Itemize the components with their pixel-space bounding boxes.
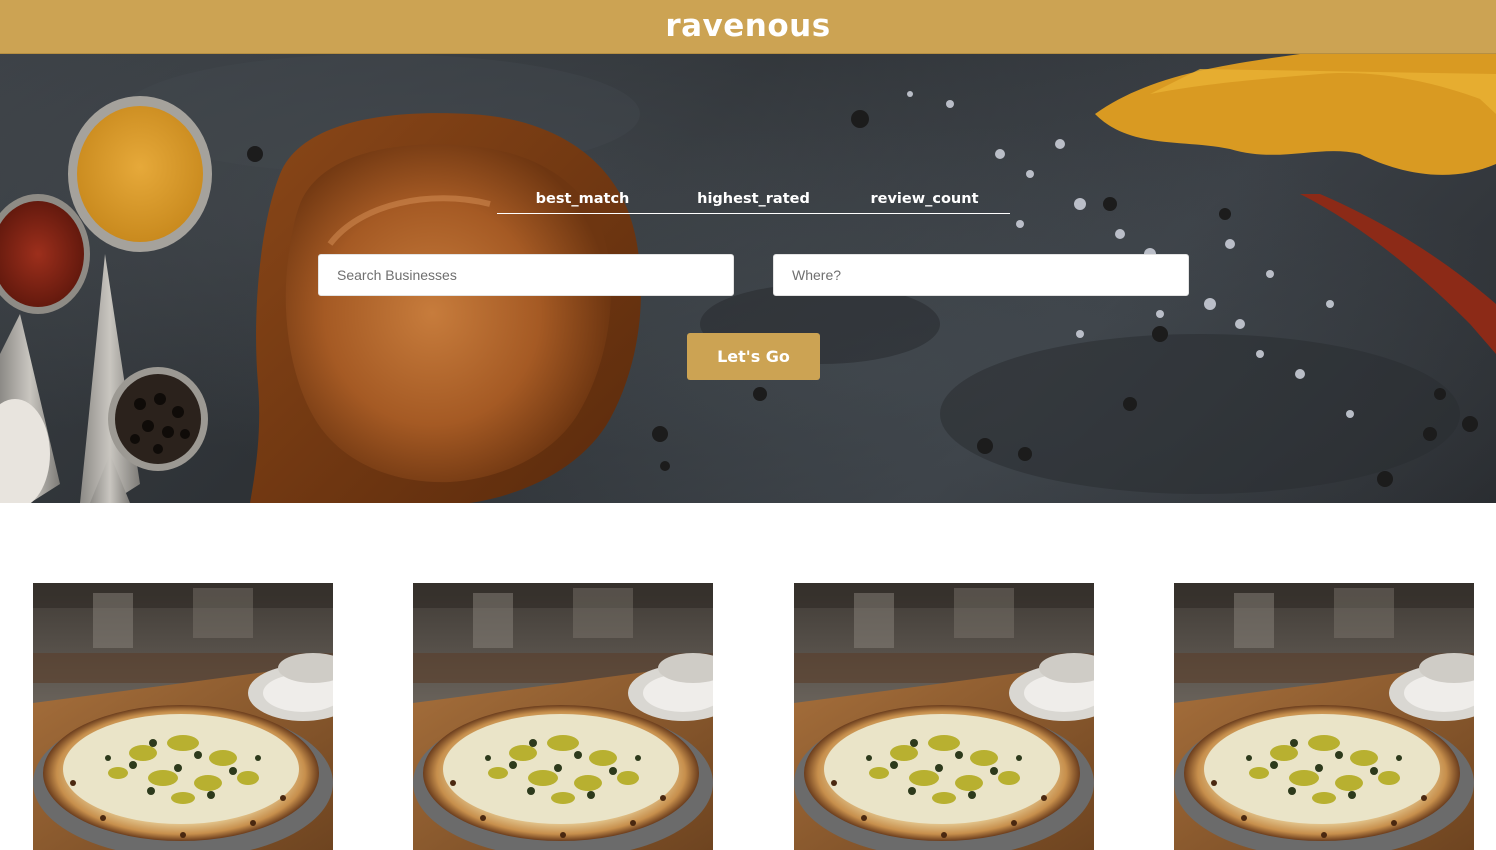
sort-option-review-count[interactable]: review_count xyxy=(839,187,1010,213)
pizza-image xyxy=(1174,583,1474,850)
business-card[interactable] xyxy=(33,583,333,850)
sort-option-highest-rated[interactable]: highest_rated xyxy=(668,187,839,213)
pizza-image xyxy=(413,583,713,850)
business-card[interactable] xyxy=(413,583,713,850)
business-card[interactable] xyxy=(1174,583,1474,850)
lets-go-button[interactable]: Let's Go xyxy=(687,333,820,380)
location-input[interactable] xyxy=(773,254,1189,296)
app-logo: ravenous xyxy=(665,7,831,44)
search-businesses-input[interactable] xyxy=(318,254,734,296)
sort-options: best_match highest_rated review_count xyxy=(497,187,1010,214)
nav-bar: ravenous xyxy=(0,0,1496,54)
search-bar: best_match highest_rated review_count Le… xyxy=(0,54,1496,503)
sort-option-best-match[interactable]: best_match xyxy=(497,187,668,213)
business-card[interactable] xyxy=(794,583,1094,850)
hero-background-image xyxy=(0,54,1496,503)
business-list xyxy=(0,503,1496,850)
pizza-image xyxy=(794,583,1094,850)
pizza-image xyxy=(33,583,333,850)
